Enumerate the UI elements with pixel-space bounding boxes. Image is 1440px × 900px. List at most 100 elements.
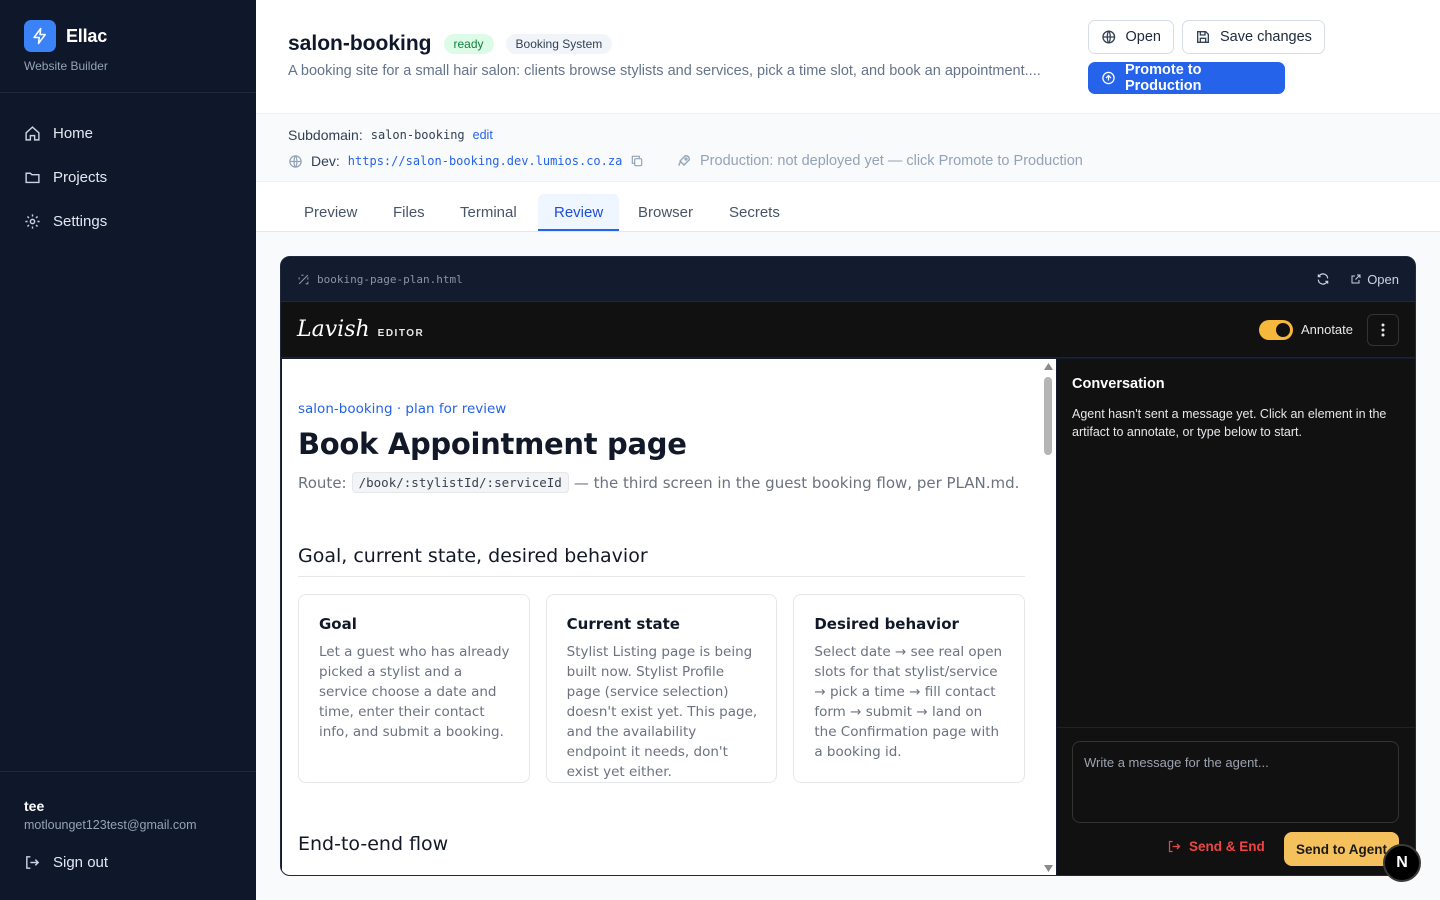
plan-document: salon-booking · plan for review Book App… (282, 359, 1056, 875)
tab-terminal[interactable]: Terminal (444, 194, 533, 231)
sidebar-item-label: Home (53, 124, 94, 142)
folder-icon (25, 172, 40, 183)
section-heading: End-to-end flow (298, 833, 449, 855)
goal-card: Goal Let a guest who has already picked … (298, 594, 530, 783)
scroll-up-icon[interactable] (1044, 363, 1053, 370)
project-tabs: Preview Files Terminal Review Browser Se… (256, 182, 1440, 232)
sidebar-item-home[interactable]: Home (0, 111, 256, 155)
artifact-icon (298, 274, 309, 284)
scroll-down-icon[interactable] (1044, 865, 1053, 872)
card-body: Stylist Listing page is being built now.… (566, 644, 758, 780)
save-changes-button[interactable]: Save changes (1182, 20, 1325, 54)
gear-icon (25, 213, 40, 229)
scrollbar-thumb[interactable] (1044, 377, 1052, 455)
edit-subdomain-link[interactable]: edit (473, 128, 493, 142)
artifact-bar: booking-page-plan.html Open (281, 257, 1415, 302)
sidebar-item-projects[interactable]: Projects (0, 155, 256, 199)
card-body: Select date → see real open slots for th… (814, 644, 1003, 760)
save-icon (1197, 31, 1209, 43)
dev-tools-badge[interactable]: N (1383, 844, 1421, 882)
exit-icon (1168, 840, 1181, 853)
route-note: — the third screen in the guest booking … (573, 473, 1020, 492)
plan-cards: Goal Let a guest who has already picked … (298, 594, 1026, 783)
project-description: A booking site for a small hair salon: c… (288, 63, 1041, 79)
promote-button[interactable]: Promote to Production (1088, 62, 1285, 94)
save-label: Save changes (1220, 29, 1312, 45)
page-title: salon-booking (288, 32, 432, 55)
sign-out-label: Sign out (53, 854, 109, 871)
dev-url-link[interactable]: https://salon-booking.dev.lumios.co.za (348, 154, 623, 168)
user-email: motlounget123test@gmail.com (24, 818, 197, 832)
arrow-up-circle-icon (1102, 71, 1115, 85)
message-input[interactable]: Write a message for the agent... (1072, 741, 1399, 823)
brand-name: Ellac (66, 25, 108, 46)
conversation-title: Conversation (1072, 376, 1165, 392)
brand: Ellac Website Builder (0, 0, 256, 93)
annotate-label: Annotate (1300, 322, 1353, 337)
external-link-icon (1351, 274, 1361, 284)
status-badge: ready (443, 34, 494, 54)
rocket-icon (678, 154, 691, 166)
sign-out-button[interactable]: Sign out (24, 854, 232, 871)
tab-review[interactable]: Review (538, 194, 620, 231)
sidebar: Ellac Website Builder Home Projects Sett… (0, 0, 256, 900)
globe-icon (1102, 30, 1116, 44)
message-composer: Write a message for the agent... Send & … (1057, 727, 1415, 875)
card-body: Let a guest who has already picked a sty… (319, 644, 510, 740)
sidebar-nav: Home Projects Settings (0, 93, 256, 243)
user-name: tee (24, 798, 45, 814)
type-badge: Booking System (505, 34, 613, 54)
user-panel: tee motlounget123test@gmail.com Sign out (0, 771, 256, 900)
document-title: Book Appointment page (298, 427, 687, 461)
document-breadcrumb[interactable]: salon-booking · plan for review (298, 401, 1025, 417)
send-and-end-label: Send & End (1189, 839, 1265, 854)
open-artifact-label: Open (1367, 271, 1399, 287)
conversation-pane: Conversation Agent hasn't sent a message… (1057, 359, 1415, 875)
lightning-icon (24, 20, 56, 52)
brand-subtitle: Website Builder (24, 59, 108, 73)
editor-logo: Lavish (297, 317, 370, 342)
dev-label: Dev: (311, 153, 340, 169)
promote-label: Promote to Production (1124, 62, 1202, 94)
document-scrollbar[interactable] (1041, 359, 1056, 875)
tab-secrets[interactable]: Secrets (713, 194, 796, 231)
card-title: Goal (319, 615, 357, 633)
annotate-toggle[interactable] (1258, 319, 1293, 340)
sign-out-icon (26, 856, 40, 869)
sidebar-item-label: Projects (53, 168, 108, 186)
tab-files[interactable]: Files (377, 194, 441, 231)
more-options-button[interactable] (1367, 313, 1399, 346)
send-and-end-button[interactable]: Send & End (1167, 839, 1265, 854)
copy-icon[interactable] (630, 154, 644, 168)
open-button[interactable]: Open (1088, 20, 1174, 54)
card-title: Current state (566, 615, 680, 633)
route-line: Route: /book/:stylistId/:serviceId — the… (298, 472, 1025, 493)
production-status: Production: not deployed yet — click Pro… (700, 153, 1083, 169)
sidebar-item-settings[interactable]: Settings (0, 199, 256, 243)
subdomain-label: Subdomain: (288, 127, 363, 143)
desired-behavior-card: Desired behavior Select date → see real … (793, 594, 1026, 783)
editor-label: EDITOR (377, 328, 425, 339)
editor-bar: Lavish EDITOR Annotate (281, 302, 1415, 358)
send-to-agent-button[interactable]: Send to Agent (1284, 832, 1399, 866)
kebab-menu-icon (1381, 323, 1385, 336)
project-header: salon-booking ready Booking System A boo… (256, 0, 1440, 114)
home-icon (25, 125, 40, 141)
refresh-icon[interactable] (1316, 272, 1330, 286)
route-label: Route: (298, 473, 347, 492)
tab-preview[interactable]: Preview (288, 194, 373, 231)
route-code: /book/:stylistId/:serviceId (351, 472, 569, 493)
sidebar-item-label: Settings (53, 212, 108, 230)
review-panel: booking-page-plan.html Open Lavish EDITO… (280, 256, 1416, 876)
deployment-info: Subdomain: salon-booking edit Dev: https… (256, 114, 1440, 182)
conversation-empty-state: Agent hasn't sent a message yet. Click a… (1072, 407, 1387, 439)
tab-browser[interactable]: Browser (622, 194, 709, 231)
open-artifact-button[interactable]: Open (1350, 272, 1399, 287)
artifact-file-name: booking-page-plan.html (317, 272, 463, 286)
current-state-card: Current state Stylist Listing page is be… (545, 594, 778, 783)
open-label: Open (1125, 29, 1161, 45)
globe-icon (289, 154, 302, 168)
subdomain-value: salon-booking (370, 128, 465, 142)
section-heading: Goal, current state, desired behavior (298, 545, 1025, 577)
card-title: Desired behavior (814, 615, 959, 633)
